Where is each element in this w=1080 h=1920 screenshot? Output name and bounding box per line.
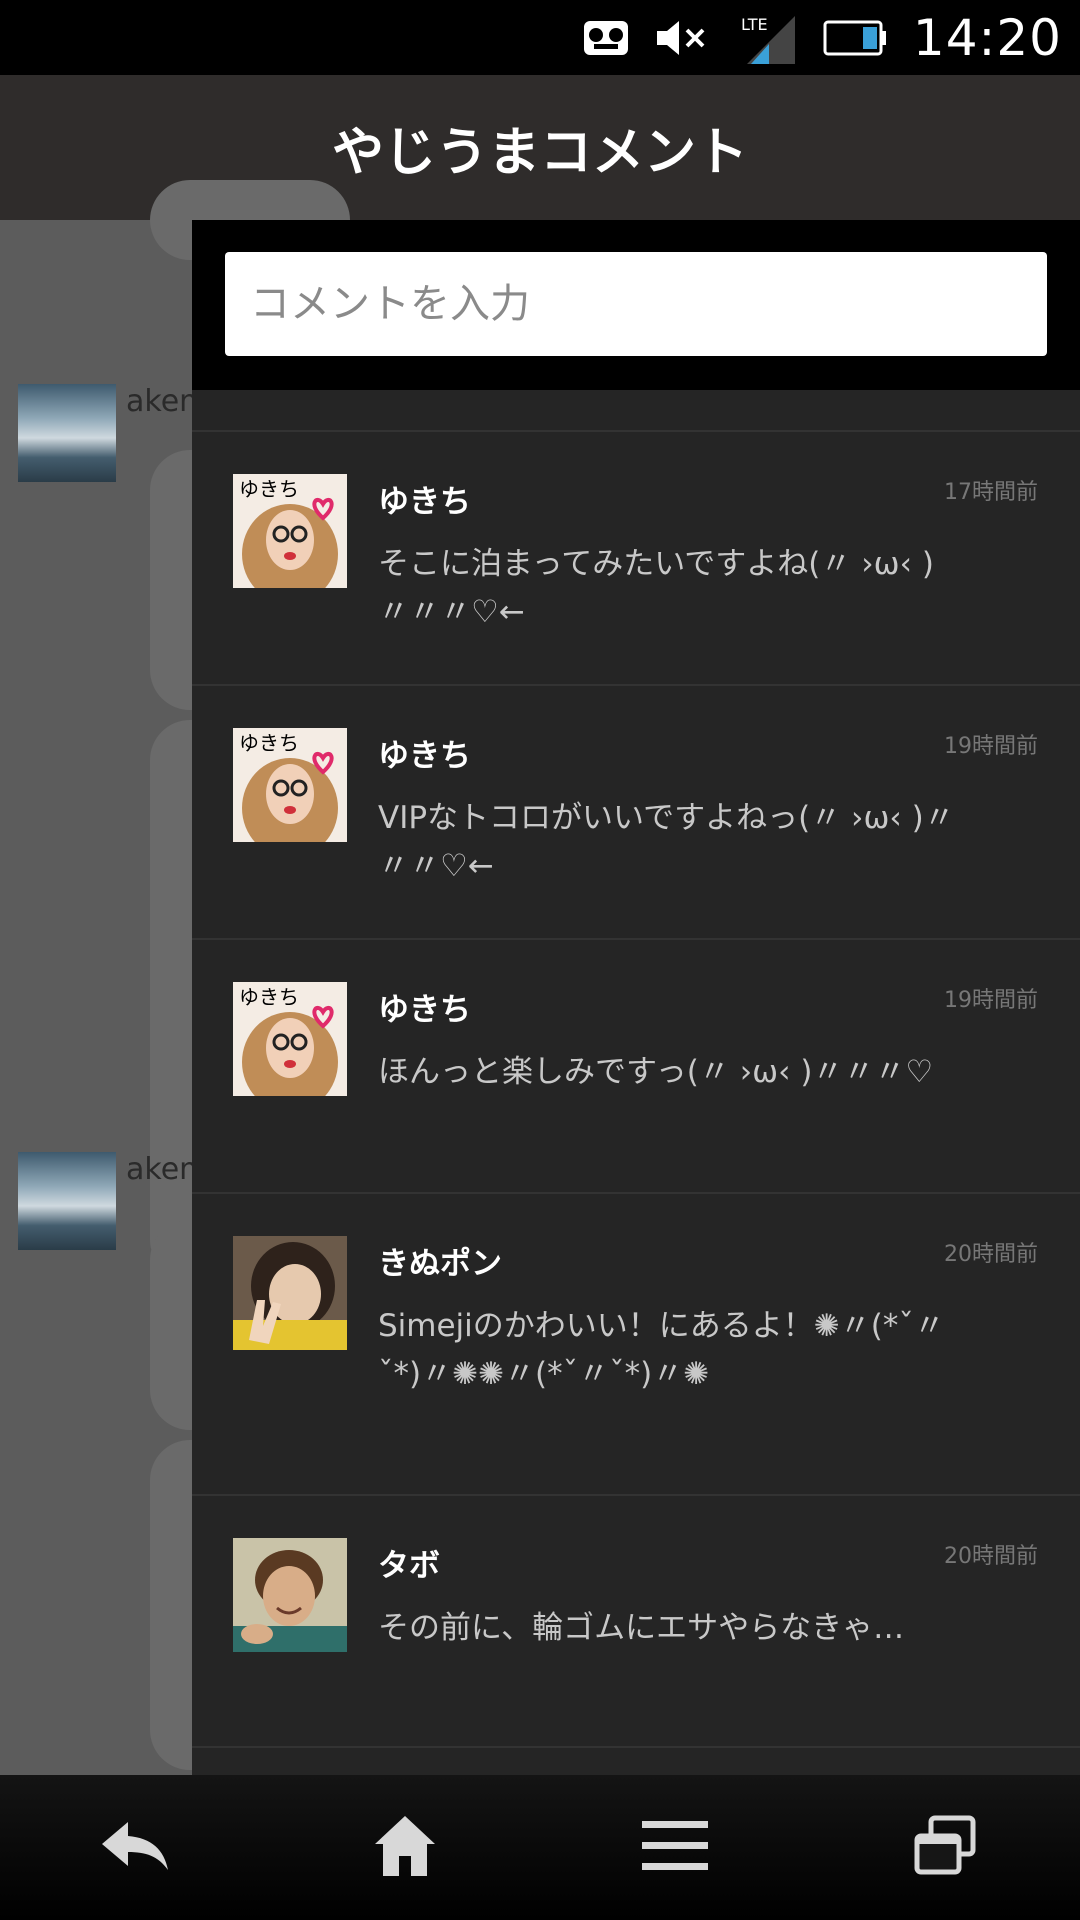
recent-apps-button[interactable]: [870, 1793, 1020, 1903]
avatar[interactable]: [233, 1538, 347, 1652]
comment-list: ゆきち ゆきち 17時間前 そこに泊まってみたいですよね(〃 ›ω‹ )〃〃〃♡…: [192, 430, 1080, 1748]
comment-drawer: ゆきち ゆきち 17時間前 そこに泊まってみたいですよね(〃 ›ω‹ )〃〃〃♡…: [192, 220, 1080, 1775]
comment-timestamp: 20時間前: [944, 1242, 1038, 1267]
home-icon: [373, 1814, 437, 1882]
battery-icon: [823, 20, 887, 56]
comment-item[interactable]: ゆきち ゆきち 17時間前 そこに泊まってみたいですよね(〃 ›ω‹ )〃〃〃♡…: [192, 430, 1080, 684]
menu-icon: [642, 1819, 708, 1877]
comment-input[interactable]: [225, 252, 1047, 356]
comment-user-name[interactable]: きぬポン: [378, 1238, 502, 1283]
menu-button[interactable]: [600, 1793, 750, 1903]
navigation-bar: [0, 1775, 1080, 1920]
recent-apps-icon: [913, 1814, 977, 1882]
page-title: やじうまコメント: [331, 123, 748, 183]
comment-item[interactable]: タボ 20時間前 その前に、輪ゴムにエサやらなきゃ…: [192, 1494, 1080, 1748]
comment-timestamp: 20時間前: [944, 1544, 1038, 1569]
svg-text:ゆきち: ゆきち: [239, 985, 299, 1009]
back-button[interactable]: [60, 1793, 210, 1903]
back-icon: [100, 1820, 170, 1876]
screen: LTE 14:20 やじうまコメント akem akem ゆきち: [0, 0, 1080, 1920]
comment-text: ほんっと楽しみですっ(〃 ›ω‹ )〃〃〃♡: [378, 1054, 934, 1090]
comment-text: その前に、輪ゴムにエサやらなきゃ…: [378, 1610, 905, 1646]
home-button[interactable]: [330, 1793, 480, 1903]
comment-user-name[interactable]: ゆきち: [378, 730, 471, 775]
comment-item[interactable]: ゆきち ゆきち 19時間前 ほんっと楽しみですっ(〃 ›ω‹ )〃〃〃♡: [192, 938, 1080, 1192]
avatar[interactable]: [233, 1236, 347, 1350]
comment-item[interactable]: きぬポン 20時間前 Simejiのかわいい！にあるよ！✺〃(*ˇ〃ˇ*)〃✺✺…: [192, 1192, 1080, 1494]
lte-signal-icon: LTE: [739, 10, 797, 66]
comment-user-name[interactable]: ゆきち: [378, 984, 471, 1029]
comment-item[interactable]: ゆきち ゆきち 19時間前 VIPなトコロがいいですよねっ(〃 ›ω‹ )〃〃〃…: [192, 684, 1080, 938]
comment-text: Simejiのかわいい！にあるよ！✺〃(*ˇ〃ˇ*)〃✺✺〃(*ˇ〃ˇ*)〃✺: [378, 1308, 945, 1392]
comment-input-area: [192, 220, 1080, 390]
avatar[interactable]: ゆきち: [233, 474, 347, 588]
comment-user-name[interactable]: タボ: [378, 1540, 440, 1585]
clock: 14:20: [912, 8, 1062, 67]
comment-text: VIPなトコロがいいですよねっ(〃 ›ω‹ )〃〃〃♡←: [378, 800, 955, 884]
svg-text:ゆきち: ゆきち: [239, 731, 299, 755]
lte-label: LTE: [741, 15, 768, 34]
comment-timestamp: 19時間前: [944, 988, 1038, 1013]
comment-timestamp: 17時間前: [944, 480, 1038, 505]
background-avatar: [18, 384, 116, 482]
background-avatar: [18, 1152, 116, 1250]
avatar[interactable]: ゆきち: [233, 982, 347, 1096]
svg-text:ゆきち: ゆきち: [239, 477, 299, 501]
voicemail-icon: [583, 20, 629, 56]
comment-timestamp: 19時間前: [944, 734, 1038, 759]
mute-icon: [655, 18, 713, 58]
comment-text: そこに泊まってみたいですよね(〃 ›ω‹ )〃〃〃♡←: [378, 546, 934, 630]
comment-user-name[interactable]: ゆきち: [378, 476, 471, 521]
status-bar: LTE 14:20: [0, 0, 1080, 75]
avatar[interactable]: ゆきち: [233, 728, 347, 842]
